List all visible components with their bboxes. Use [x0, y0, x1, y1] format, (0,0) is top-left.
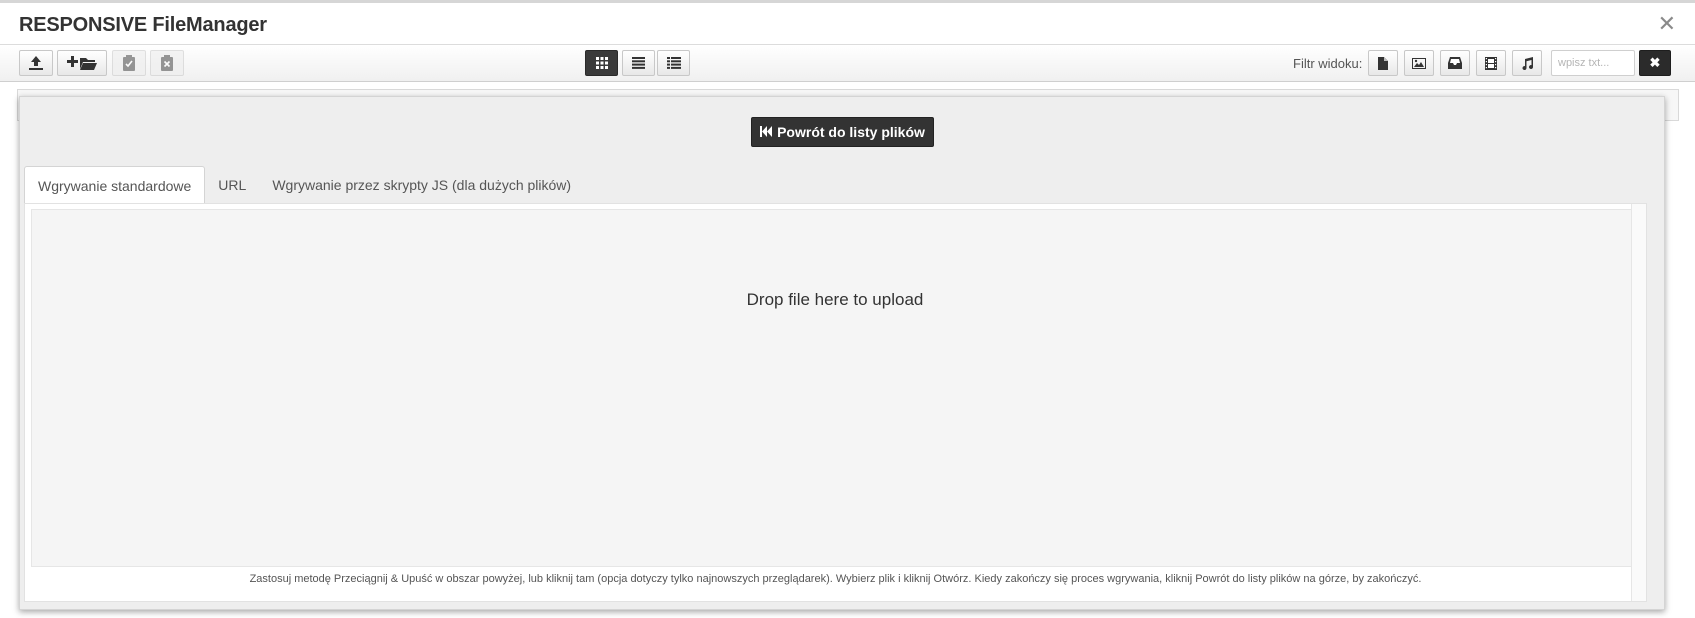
upload-button[interactable] — [19, 50, 53, 76]
grid-view-button[interactable] — [585, 50, 618, 76]
grid-view-icon — [595, 57, 608, 69]
clear-filter-button[interactable]: ✖ — [1639, 50, 1671, 76]
upload-help-text: Zastosuj metodę Przeciągnij & Upuść w ob… — [249, 573, 1422, 585]
dropzone-message: Drop file here to upload — [746, 290, 924, 309]
title-bar: RESPONSIVE FileManager ✕ — [0, 6, 1695, 45]
music-icon — [1521, 56, 1533, 70]
list-view-icon — [632, 57, 645, 69]
dropzone[interactable]: Drop file here to upload — [31, 209, 1639, 567]
paste-clipboard-icon — [122, 55, 136, 71]
tab-url[interactable]: URL — [205, 166, 259, 204]
upload-tabs: Wgrywanie standardowe URL Wgrywanie prze… — [24, 166, 584, 204]
video-icon — [1485, 56, 1497, 70]
filter-archives-button[interactable] — [1440, 50, 1470, 76]
scrollbar[interactable] — [1631, 204, 1646, 601]
clear-clipboard-icon — [160, 55, 174, 71]
upload-icon — [28, 55, 44, 71]
back-button-label: Powrót do listy plików — [777, 124, 925, 140]
window-title: RESPONSIVE FileManager — [19, 14, 267, 36]
filter-videos-button[interactable] — [1476, 50, 1506, 76]
close-icon[interactable]: ✕ — [1658, 13, 1676, 35]
back-to-file-list-button[interactable]: Powrót do listy plików — [751, 117, 934, 147]
close-icon: ✖ — [1649, 55, 1661, 70]
archive-icon — [1448, 57, 1462, 69]
list-view-button[interactable] — [622, 50, 655, 76]
tab-standard-upload[interactable]: Wgrywanie standardowe — [24, 166, 206, 204]
filter-files-button[interactable] — [1368, 50, 1398, 76]
filter-images-button[interactable] — [1404, 50, 1434, 76]
filter-label: Filtr widoku: — [1293, 56, 1363, 71]
tab-content: Drop file here to upload Zastosuj metodę… — [24, 203, 1647, 602]
filemanager-window: RESPONSIVE FileManager ✕ Filtr widoku: w… — [0, 0, 1695, 618]
image-icon — [1412, 57, 1426, 69]
upload-panel: Powrót do listy plików Wgrywanie standar… — [19, 96, 1665, 610]
tab-js-upload[interactable]: Wgrywanie przez skrypty JS (dla dużych p… — [259, 166, 584, 204]
clear-clipboard-button[interactable] — [150, 50, 184, 76]
toolbar: Filtr widoku: ✖ — [0, 45, 1695, 82]
new-folder-icon — [67, 55, 97, 71]
filter-search-input[interactable] — [1551, 50, 1635, 76]
fast-backward-icon — [760, 124, 773, 140]
new-folder-button[interactable] — [57, 50, 107, 76]
columns-view-icon — [666, 57, 681, 69]
file-icon — [1378, 56, 1388, 70]
columns-view-button[interactable] — [657, 50, 690, 76]
filter-music-button[interactable] — [1512, 50, 1542, 76]
paste-button[interactable] — [112, 50, 146, 76]
